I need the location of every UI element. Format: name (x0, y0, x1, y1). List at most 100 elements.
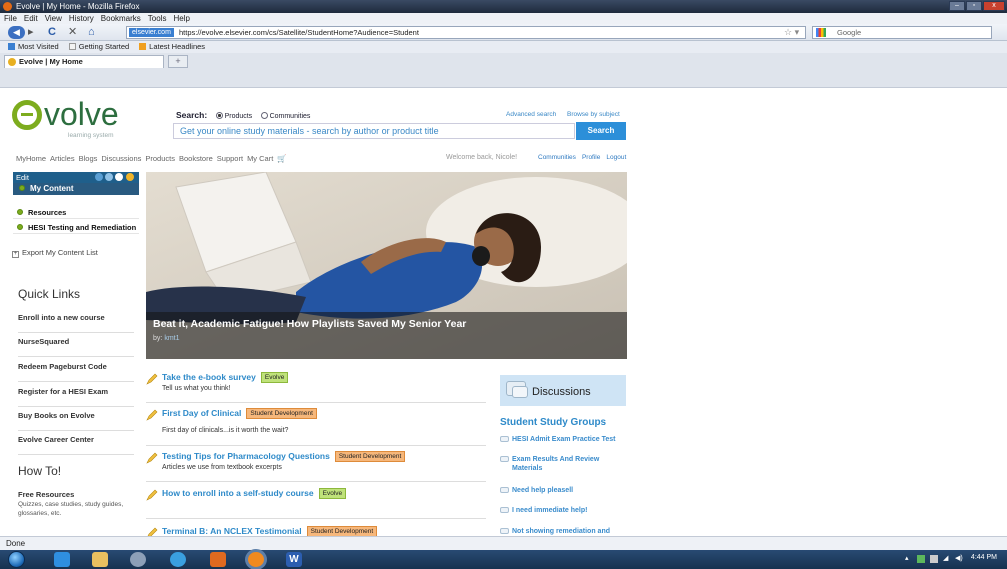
discussion-item[interactable]: HESI Admit Exam Practice Test (500, 435, 630, 444)
maximize-button[interactable]: ▫ (966, 1, 982, 11)
firefox-taskbar-icon[interactable] (248, 552, 264, 567)
menu-bookmarks[interactable]: Bookmarks (101, 13, 141, 24)
article-tag[interactable]: Student Development (306, 526, 378, 536)
article-tag[interactable]: Evolve (318, 488, 347, 499)
paint-icon[interactable] (210, 552, 226, 567)
discussion-link[interactable]: I need immediate help! (512, 507, 587, 514)
folder-icon[interactable] (92, 552, 108, 567)
bookmark-most-visited[interactable]: Most Visited (8, 41, 59, 53)
stop-icon[interactable]: ✕ (68, 26, 77, 38)
reload-icon[interactable]: C (48, 26, 56, 38)
featured-article-hero[interactable]: Beat it, Academic Fatigue! How Playlists… (146, 172, 627, 359)
article-tag[interactable]: Student Development (246, 408, 317, 419)
left-item-hesi[interactable]: HESI Testing and Remediation (13, 221, 139, 234)
menu-view[interactable]: View (45, 13, 62, 24)
hero-title[interactable]: Beat it, Academic Fatigue! How Playlists… (153, 318, 466, 330)
study-groups-title[interactable]: Student Study Groups (500, 417, 606, 428)
article-title-link[interactable]: Take the e-book survey (162, 372, 256, 382)
article-title-link[interactable]: How to enroll into a self-study course (162, 488, 314, 498)
nav-support[interactable]: Support (217, 154, 243, 163)
nav-articles[interactable]: Articles (50, 154, 75, 163)
quick-link-enroll[interactable]: Enroll into a new course (18, 313, 134, 333)
evolve-logo[interactable]: volve learning system (12, 96, 132, 144)
discussion-item[interactable]: Not showing remediation and (500, 527, 630, 536)
refresh-icon[interactable] (95, 173, 103, 181)
nav-bookstore[interactable]: Bookstore (179, 154, 213, 163)
tray-app-icon[interactable] (917, 555, 925, 563)
home-icon[interactable]: ⌂ (88, 26, 95, 38)
media-player-icon[interactable] (130, 552, 146, 567)
discussion-link[interactable]: Not showing remediation and (512, 528, 610, 535)
bookmark-latest-headlines[interactable]: Latest Headlines (139, 41, 205, 53)
tray-arrow-icon[interactable]: ▴ (905, 554, 909, 562)
window-title-bar: Evolve | My Home - Mozilla Firefox – ▫ x (0, 0, 1007, 13)
article-title-link[interactable]: Terminal B: An NCLEX Testimonial (162, 526, 302, 536)
help-icon[interactable] (115, 173, 123, 181)
article-tag[interactable]: Evolve (260, 372, 289, 383)
left-item-resources[interactable]: Resources (13, 206, 139, 219)
windows-taskbar: W ▴ ◢ ◀) 4:44 PM (0, 550, 1007, 569)
menu-history[interactable]: History (69, 13, 94, 24)
bookmark-getting-started[interactable]: Getting Started (68, 41, 129, 53)
radio-products[interactable] (215, 112, 223, 119)
menu-file[interactable]: File (4, 13, 17, 24)
bookmark-star-icon[interactable]: ☆ ▾ (784, 27, 799, 38)
cart-icon[interactable]: 🛒 (277, 154, 286, 163)
advanced-search-link[interactable]: Advanced search (506, 111, 556, 118)
nav-discussions[interactable]: Discussions (101, 154, 141, 163)
free-resources-block[interactable]: Free Resources Quizzes, case studies, st… (18, 490, 138, 518)
logout-link[interactable]: Logout (606, 154, 626, 161)
quick-link-buy-books[interactable]: Buy Books on Evolve (18, 411, 134, 431)
product-search-input[interactable]: Get your online study materials - search… (173, 123, 575, 139)
quick-link-nursesquared[interactable]: NurseSquared (18, 337, 134, 357)
nav-myhome[interactable]: MyHome (16, 154, 46, 163)
close-button[interactable]: x (983, 1, 1005, 11)
add-icon[interactable] (126, 173, 134, 181)
discussion-link[interactable]: HESI Admit Exam Practice Test (512, 436, 615, 443)
export-content-list[interactable]: + Export My Content List (12, 248, 98, 258)
quick-link-hesi-exam[interactable]: Register for a HESI Exam (18, 387, 134, 407)
nav-my-cart[interactable]: My Cart (247, 154, 273, 163)
radio-communities[interactable] (260, 112, 268, 119)
internet-explorer-icon[interactable] (54, 552, 70, 567)
volume-icon[interactable]: ◀) (955, 554, 963, 562)
minimize-button[interactable]: – (949, 1, 965, 11)
menu-tools[interactable]: Tools (148, 13, 167, 24)
article-title-link[interactable]: Testing Tips for Pharmacology Questions (162, 451, 330, 461)
nav-products[interactable]: Products (145, 154, 175, 163)
discussion-item[interactable]: I need immediate help! (500, 506, 630, 515)
quick-link-pageburst[interactable]: Redeem Pageburst Code (18, 362, 134, 382)
my-content-header[interactable]: My Content (13, 183, 139, 195)
article-title-link[interactable]: First Day of Clinical (162, 408, 241, 418)
network-icon[interactable]: ◢ (943, 554, 948, 562)
new-tab-button[interactable]: + (168, 55, 188, 68)
article-tag[interactable]: Student Development (334, 451, 406, 462)
discussion-item[interactable]: Exam Results And Review Materials (500, 455, 618, 473)
discussion-item[interactable]: Need help pleasell (500, 486, 630, 495)
discussion-link[interactable]: Need help pleasell (512, 487, 573, 494)
communities-link[interactable]: Communities (538, 154, 576, 161)
url-bar[interactable]: elsevier.com https://evolve.elsevier.com… (126, 26, 806, 39)
forward-icon[interactable]: ▸ (28, 26, 34, 38)
free-resources-title[interactable]: Free Resources (18, 490, 138, 499)
clock[interactable]: 4:44 PM (971, 554, 997, 562)
nav-blogs[interactable]: Blogs (79, 154, 98, 163)
tray-flag-icon[interactable] (930, 555, 938, 563)
site-identity-badge[interactable]: elsevier.com (129, 28, 174, 37)
edit-link[interactable]: Edit (16, 173, 29, 182)
menu-help[interactable]: Help (173, 13, 189, 24)
web-search-box[interactable]: Google (812, 26, 992, 39)
profile-link[interactable]: Profile (582, 154, 600, 161)
discussion-link[interactable]: Exam Results And Review Materials (512, 456, 599, 472)
start-button[interactable] (8, 551, 25, 568)
quick-link-career-center[interactable]: Evolve Career Center (18, 435, 134, 455)
eye-icon[interactable] (105, 173, 113, 181)
browse-by-subject-link[interactable]: Browse by subject (567, 111, 620, 118)
menu-edit[interactable]: Edit (24, 13, 38, 24)
search-button[interactable]: Search (576, 122, 626, 140)
hero-author-link[interactable]: kmt1 (164, 335, 179, 342)
chrome-icon[interactable] (170, 552, 186, 567)
word-icon[interactable]: W (286, 552, 302, 567)
back-icon[interactable]: ◀ (8, 26, 25, 39)
tab-evolve-home[interactable]: Evolve | My Home (4, 55, 164, 68)
